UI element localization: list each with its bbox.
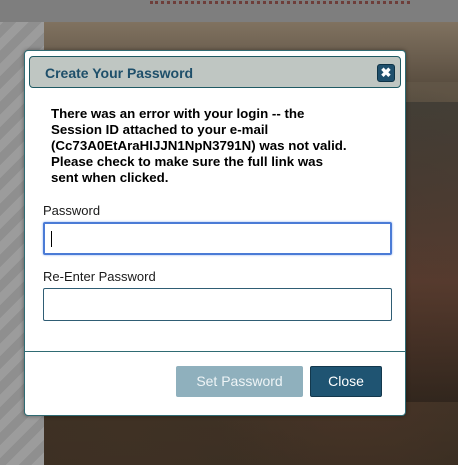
error-message: There was an error with your login -- th… <box>51 106 347 185</box>
close-icon[interactable]: ✖ <box>377 64 395 82</box>
set-password-button[interactable]: Set Password <box>176 366 303 397</box>
text-caret <box>51 231 52 247</box>
background-header <box>0 0 458 22</box>
dialog-divider <box>25 351 405 352</box>
password-label: Password <box>43 203 101 218</box>
reenter-password-input[interactable] <box>43 288 392 321</box>
reenter-password-label: Re-Enter Password <box>43 269 156 284</box>
dialog-titlebar: Create Your Password ✖ <box>29 56 401 88</box>
close-button[interactable]: Close <box>310 366 382 397</box>
dialog-title: Create Your Password <box>45 65 194 81</box>
password-input[interactable] <box>43 222 392 255</box>
background-header-text <box>150 0 410 4</box>
create-password-dialog: Create Your Password ✖ There was an erro… <box>24 50 406 416</box>
